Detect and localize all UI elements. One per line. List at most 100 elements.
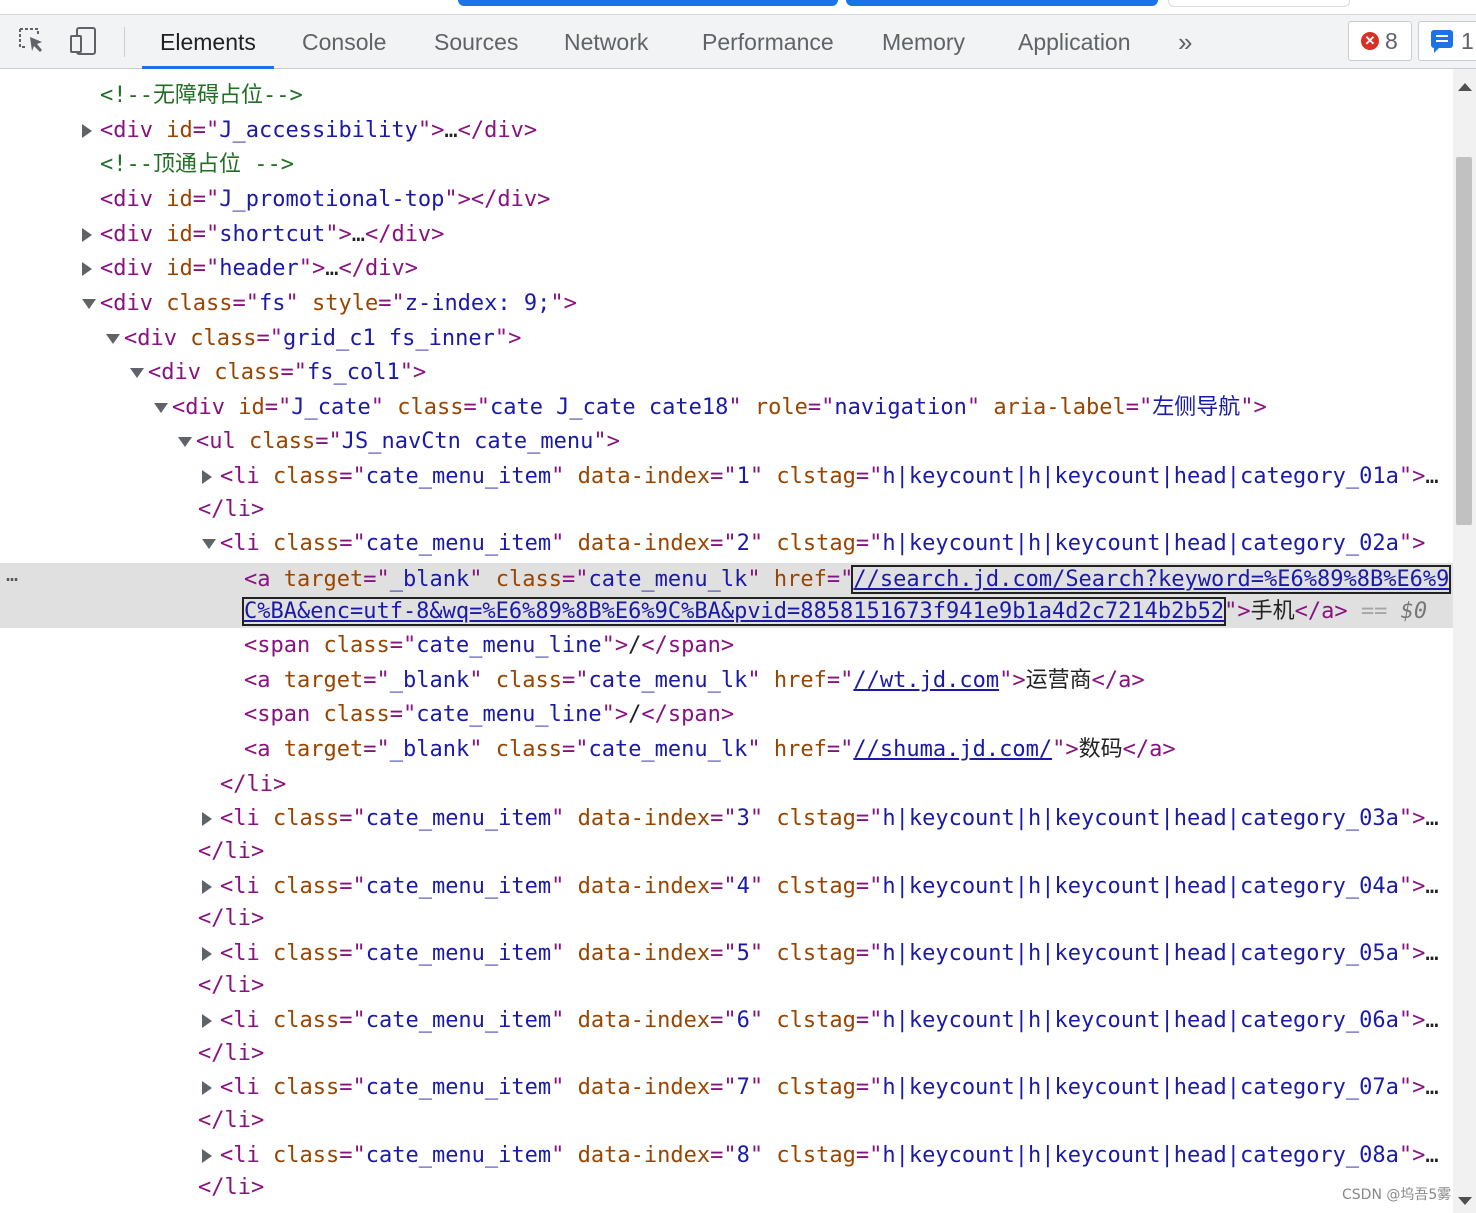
text-node: / bbox=[628, 702, 642, 727]
attribute-name: clstag bbox=[776, 531, 856, 556]
expand-triangle-open-icon[interactable] bbox=[178, 437, 192, 447]
dom-node-text: <!--顶通占位 --> bbox=[100, 148, 294, 182]
dom-node-line[interactable]: <a target="_blank" class="cate_menu_lk" … bbox=[0, 563, 1453, 597]
expand-triangle-closed-icon[interactable] bbox=[202, 1014, 212, 1028]
expand-triangle-open-icon[interactable] bbox=[154, 403, 168, 413]
href-link[interactable]: //shuma.jd.com/ bbox=[853, 737, 1052, 762]
expand-triangle-closed-icon[interactable] bbox=[82, 262, 92, 276]
messages-badge[interactable]: 1 bbox=[1418, 21, 1476, 61]
tag-token: =" bbox=[826, 668, 854, 693]
dom-tree-scrollbar[interactable] bbox=[1453, 69, 1476, 1213]
href-link[interactable]: //search.jd.com/Search?keyword=%E6%89%8B… bbox=[851, 565, 1452, 594]
expand-triangle-closed-icon[interactable] bbox=[202, 947, 212, 961]
dom-node-line[interactable]: </li> bbox=[0, 493, 1453, 527]
attribute-value: _blank bbox=[389, 567, 470, 592]
tab-sources[interactable]: Sources bbox=[430, 15, 522, 68]
dom-node-line[interactable]: <li class="cate_menu_item" data-index="6… bbox=[0, 1004, 1453, 1038]
tab-indicator bbox=[458, 0, 838, 6]
dom-node-line[interactable]: </li> bbox=[0, 835, 1453, 869]
expand-triangle-closed-icon[interactable] bbox=[202, 1081, 212, 1095]
dom-node-line[interactable]: <div id="J_promotional-top"></div> bbox=[0, 183, 1453, 217]
attribute-value: 6 bbox=[736, 1008, 750, 1033]
dom-node-line[interactable]: </li> bbox=[0, 1104, 1453, 1138]
attribute-value: 4 bbox=[736, 874, 750, 899]
errors-badge[interactable]: ✕ 8 bbox=[1348, 21, 1412, 61]
expand-triangle-closed-icon[interactable] bbox=[202, 470, 212, 484]
tab-console[interactable]: Console bbox=[298, 15, 390, 68]
expand-triangle-closed-icon[interactable] bbox=[82, 228, 92, 242]
tab-application[interactable]: Application bbox=[1014, 15, 1135, 68]
attribute-value: fs_col1 bbox=[306, 360, 400, 385]
device-toolbar-icon[interactable] bbox=[68, 25, 100, 57]
expand-triangle-closed-icon[interactable] bbox=[202, 1149, 212, 1163]
dom-node-line[interactable]: <div id="shortcut">…</div> bbox=[0, 218, 1453, 252]
tab-network[interactable]: Network bbox=[560, 15, 652, 68]
tag-token: =" bbox=[807, 395, 835, 420]
dom-node-line[interactable]: <span class="cate_menu_line">/</span> bbox=[0, 698, 1453, 732]
dom-node-text: <div class="fs" style="z-index: 9;"> bbox=[100, 287, 577, 321]
attribute-name: class bbox=[272, 531, 340, 556]
tag-token: " bbox=[747, 567, 774, 592]
href-link[interactable]: //wt.jd.com bbox=[853, 668, 999, 693]
dom-node-line[interactable]: <div id="header">…</div> bbox=[0, 252, 1453, 286]
tag-token: <div bbox=[124, 326, 191, 351]
expand-triangle-open-icon[interactable] bbox=[82, 299, 96, 309]
href-link[interactable]: C%BA&enc=utf-8&wq=%E6%89%8B%E6%9C%BA&pvi… bbox=[241, 597, 1227, 626]
token: == bbox=[1347, 599, 1401, 624]
tab-memory[interactable]: Memory bbox=[878, 15, 969, 68]
dom-node-line[interactable]: <span class="cate_menu_line">/</span> bbox=[0, 629, 1453, 663]
dom-node-line[interactable]: <li class="cate_menu_item" data-index="2… bbox=[0, 527, 1453, 561]
dom-node-line[interactable]: <li class="cate_menu_item" data-index="4… bbox=[0, 870, 1453, 904]
dom-node-line[interactable]: </li> bbox=[0, 969, 1453, 1003]
tag-token: =" bbox=[363, 668, 390, 693]
tag-token: =" bbox=[339, 941, 366, 966]
dom-node-line[interactable]: <li class="cate_menu_item" data-index="1… bbox=[0, 460, 1453, 494]
dom-node-line[interactable]: C%BA&enc=utf-8&wq=%E6%89%8B%E6%9C%BA&pvi… bbox=[0, 595, 1453, 629]
expand-triangle-closed-icon[interactable] bbox=[202, 880, 212, 894]
dom-node-line[interactable]: <div class="fs_col1"> bbox=[0, 356, 1453, 390]
scrollbar-thumb[interactable] bbox=[1456, 157, 1472, 525]
more-tabs-button[interactable]: » bbox=[1178, 27, 1192, 58]
tag-token: " bbox=[728, 395, 755, 420]
tag-token: " bbox=[749, 1143, 777, 1168]
expand-triangle-open-icon[interactable] bbox=[130, 368, 144, 378]
dom-node-text: </li> bbox=[198, 902, 264, 936]
tag-token: =" bbox=[710, 1143, 737, 1168]
dom-node-line[interactable]: </li> bbox=[0, 1037, 1453, 1071]
attribute-name: target bbox=[283, 737, 364, 762]
text-node: … bbox=[1425, 1075, 1439, 1100]
tag-token: =" bbox=[855, 531, 883, 556]
dom-node-line[interactable]: <a target="_blank" class="cate_menu_lk" … bbox=[0, 733, 1453, 767]
inspect-element-icon[interactable] bbox=[16, 25, 48, 57]
text-node: … bbox=[1425, 464, 1439, 489]
dom-node-line[interactable]: <div id="J_cate" class="cate J_cate cate… bbox=[0, 391, 1453, 425]
dom-node-line[interactable]: <li class="cate_menu_item" data-index="5… bbox=[0, 937, 1453, 971]
scroll-up-arrow-icon[interactable] bbox=[1458, 83, 1472, 91]
expand-triangle-open-icon[interactable] bbox=[106, 334, 120, 344]
dom-node-line[interactable]: </li> bbox=[0, 1171, 1453, 1205]
dom-node-line[interactable]: </li> bbox=[0, 902, 1453, 936]
dom-node-line[interactable]: <div id="J_accessibility">…</div> bbox=[0, 114, 1453, 148]
tag-token: =" bbox=[339, 531, 366, 556]
dom-node-line[interactable]: <a target="_blank" class="cate_menu_lk" … bbox=[0, 664, 1453, 698]
expand-triangle-open-icon[interactable] bbox=[202, 539, 216, 549]
dom-node-line[interactable]: <ul class="JS_navCtn cate_menu"> bbox=[0, 425, 1453, 459]
dom-node-line[interactable]: </li> bbox=[0, 768, 1453, 802]
dom-node-line[interactable]: <li class="cate_menu_item" data-index="3… bbox=[0, 802, 1453, 836]
expand-triangle-closed-icon[interactable] bbox=[202, 812, 212, 826]
dom-node-line[interactable]: <div class="grid_c1 fs_inner"> bbox=[0, 322, 1453, 356]
dom-node-line[interactable]: <!--顶通占位 --> bbox=[0, 148, 1453, 182]
attribute-value: fs bbox=[258, 291, 286, 316]
tag-token: </a> bbox=[1091, 668, 1145, 693]
dom-node-line[interactable]: <div class="fs" style="z-index: 9;"> bbox=[0, 287, 1453, 321]
dom-node-line[interactable]: <!--无障碍占位--> bbox=[0, 79, 1453, 113]
dom-node-line[interactable]: <li class="cate_menu_item" data-index="8… bbox=[0, 1139, 1453, 1173]
tab-performance[interactable]: Performance bbox=[698, 15, 838, 68]
tag-token: =" bbox=[339, 1075, 366, 1100]
tag-token: " bbox=[285, 291, 312, 316]
dom-node-line[interactable]: <li class="cate_menu_item" data-index="7… bbox=[0, 1071, 1453, 1105]
attribute-name: class bbox=[214, 360, 281, 385]
tab-elements[interactable]: Elements bbox=[142, 15, 274, 69]
scroll-down-arrow-icon[interactable] bbox=[1458, 1197, 1472, 1205]
expand-triangle-closed-icon[interactable] bbox=[82, 124, 92, 138]
